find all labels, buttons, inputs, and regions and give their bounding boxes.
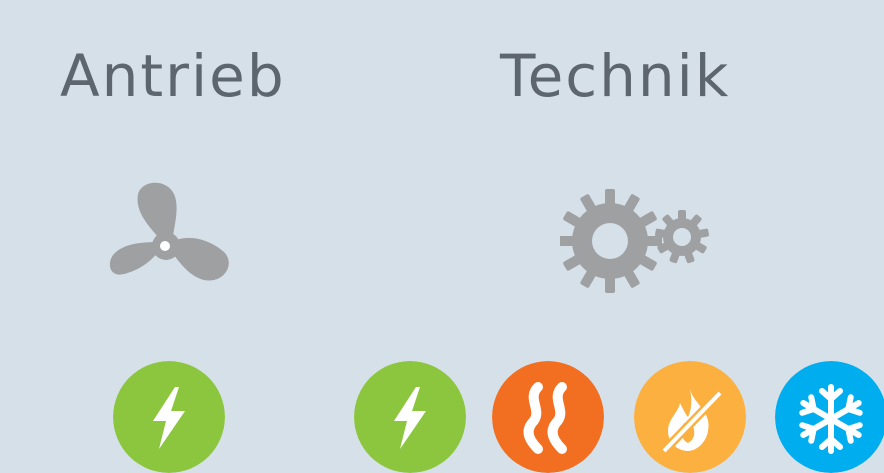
cooling-badge <box>775 361 884 473</box>
antrieb-heading: Antrieb <box>60 42 286 110</box>
badge-background <box>492 361 604 473</box>
electric-badge <box>113 361 225 473</box>
technik-heading: Technik <box>500 42 731 110</box>
gears-icon <box>558 186 715 296</box>
fire-protection-badge <box>634 361 746 473</box>
propeller-icon <box>104 180 234 300</box>
electric-badge <box>354 361 466 473</box>
heat-badge <box>492 361 604 473</box>
